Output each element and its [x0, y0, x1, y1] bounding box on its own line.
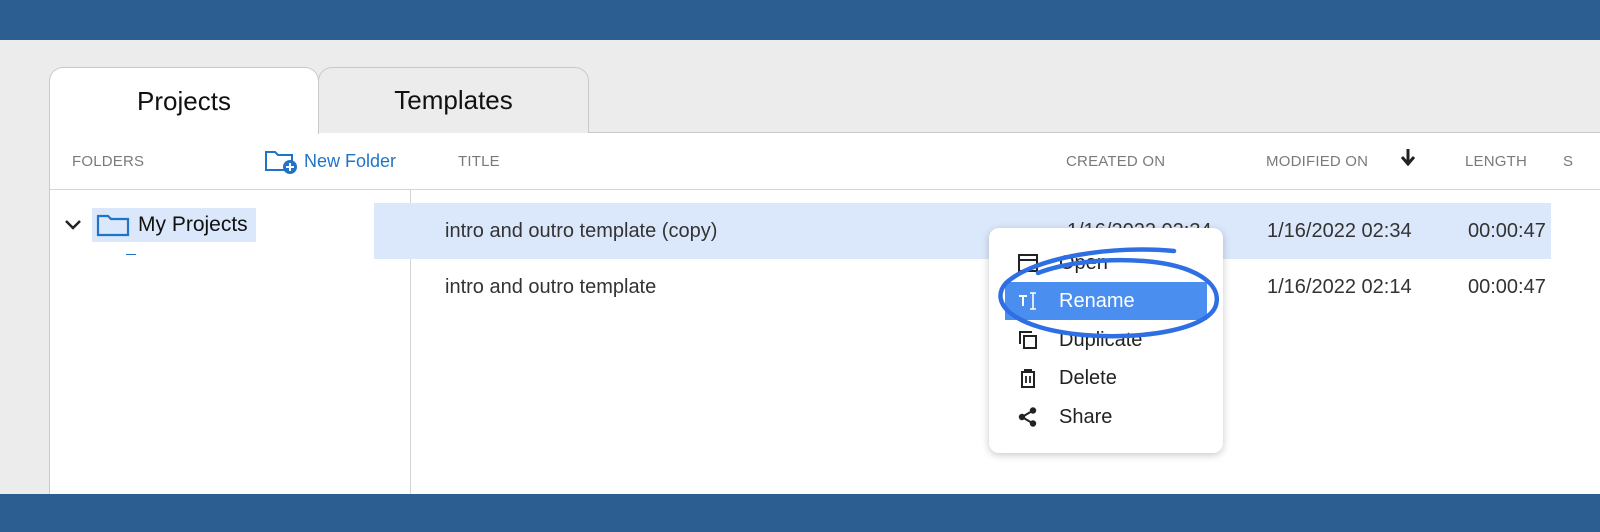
trash-icon — [1017, 367, 1039, 389]
tab-templates[interactable]: Templates — [318, 67, 589, 133]
row-modified: 1/16/2022 02:34 — [1267, 220, 1412, 242]
rename-icon — [1017, 290, 1039, 312]
top-band — [0, 0, 1600, 40]
tab-projects[interactable]: Projects — [49, 67, 319, 134]
tree-dash — [126, 254, 136, 255]
folder-icon — [96, 214, 130, 237]
new-folder-icon — [265, 151, 297, 174]
row-title: intro and outro template (copy) — [445, 220, 718, 242]
tab-projects-label: Projects — [137, 85, 231, 116]
context-menu: Open Rename Duplicate Delete Share — [989, 228, 1223, 453]
table-row[interactable]: intro and outro template 1/16/2022 02:14… — [374, 259, 1551, 315]
share-icon — [1017, 406, 1039, 428]
menu-item-share[interactable]: Share — [989, 398, 1223, 436]
menu-item-duplicate[interactable]: Duplicate — [989, 321, 1223, 359]
folder-tree-item-my-projects[interactable]: My Projects — [64, 208, 256, 242]
extra-column-header[interactable]: S — [1563, 153, 1573, 170]
bottom-band — [0, 494, 1600, 532]
new-folder-label: New Folder — [304, 150, 397, 171]
table-row[interactable]: intro and outro template (copy) 1/16/202… — [374, 203, 1551, 259]
length-column-header[interactable]: LENGTH — [1465, 153, 1527, 170]
row-modified: 1/16/2022 02:14 — [1267, 276, 1412, 298]
menu-item-rename[interactable]: Rename — [1005, 282, 1207, 320]
duplicate-icon — [1017, 329, 1039, 351]
sort-down-arrow-icon[interactable] — [1399, 147, 1417, 173]
title-column-header[interactable]: TITLE — [458, 153, 500, 170]
menu-item-open[interactable]: Open — [989, 244, 1223, 282]
menu-share-label: Share — [1059, 405, 1113, 428]
modified-on-column-header[interactable]: MODIFIED ON — [1266, 153, 1368, 170]
row-length: 00:00:47 — [1468, 220, 1546, 242]
menu-delete-label: Delete — [1059, 366, 1117, 389]
folders-pane: My Projects — [50, 190, 411, 495]
folders-header: FOLDERS — [72, 153, 145, 170]
menu-rename-label: Rename — [1059, 289, 1135, 312]
new-folder-button[interactable]: New Folder — [264, 147, 396, 175]
menu-duplicate-label: Duplicate — [1059, 328, 1143, 351]
folder-my-projects[interactable]: My Projects — [92, 208, 256, 242]
row-length: 00:00:47 — [1468, 276, 1546, 298]
tab-templates-label: Templates — [394, 85, 513, 115]
table-header: FOLDERS New Folder TITLE CREATED ON MODI… — [50, 133, 1600, 190]
menu-item-delete[interactable]: Delete — [989, 359, 1223, 397]
open-icon — [1017, 252, 1039, 274]
menu-open-label: Open — [1059, 251, 1108, 274]
created-on-column-header[interactable]: CREATED ON — [1066, 153, 1165, 170]
chevron-down-icon[interactable] — [64, 215, 84, 236]
row-title: intro and outro template — [445, 276, 657, 298]
folder-my-projects-label: My Projects — [138, 213, 248, 236]
